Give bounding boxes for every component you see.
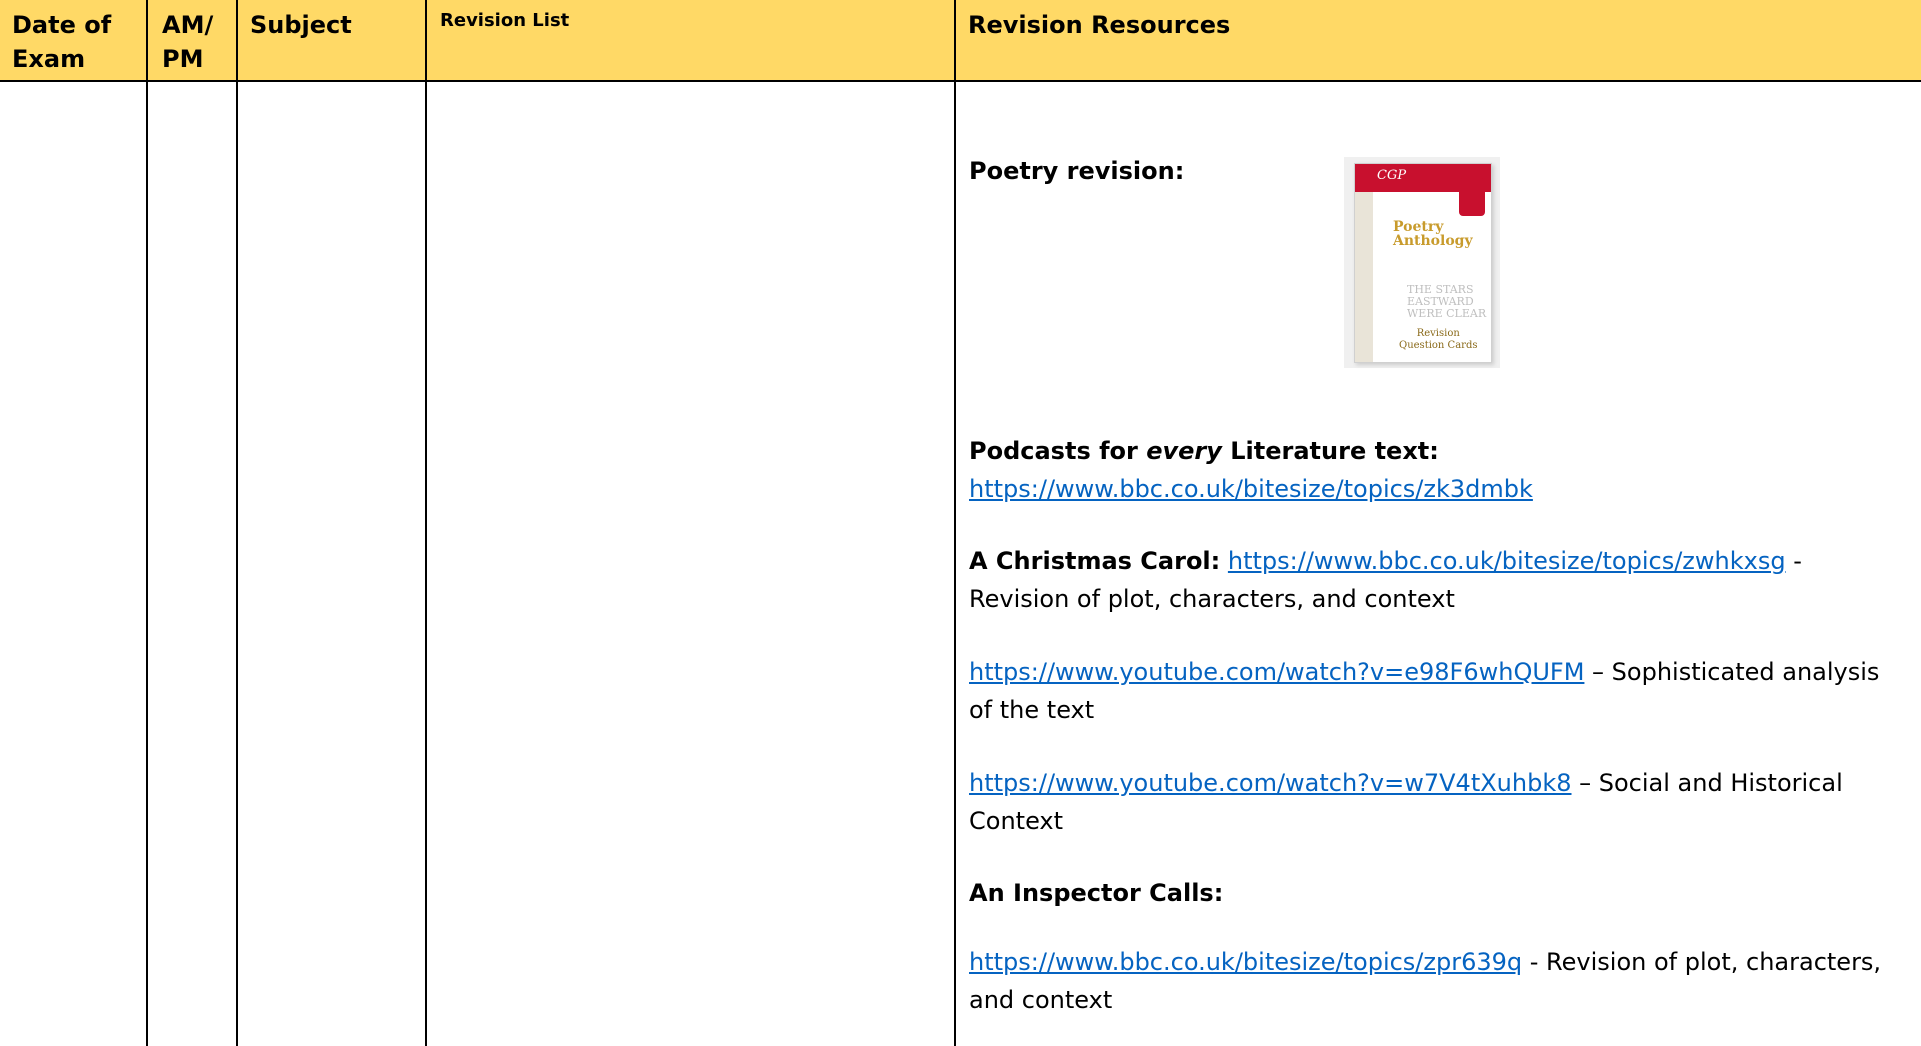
youtube-analysis-section: https://www.youtube.com/watch?v=e98F6whQ…: [969, 653, 1904, 729]
column-divider: [954, 0, 956, 1046]
inspector-calls-label: An Inspector Calls:: [969, 879, 1224, 907]
book-spine: [1355, 192, 1373, 362]
book-tagline: THE STARS EASTWARD WERE CLEAR: [1407, 283, 1487, 320]
inspector-calls-link[interactable]: https://www.bbc.co.uk/bitesize/topics/zp…: [969, 948, 1522, 976]
book-label: Revision Question Cards: [1399, 328, 1478, 351]
column-divider: [236, 0, 238, 1046]
column-divider: [146, 0, 148, 1046]
christmas-carol-link[interactable]: https://www.bbc.co.uk/bitesize/topics/zw…: [1228, 547, 1786, 575]
header-revision-list: Revision List: [440, 10, 570, 31]
christmas-carol-label: A Christmas Carol:: [969, 547, 1221, 575]
book-title: Poetry Anthology: [1393, 219, 1473, 249]
header-revision-resources: Revision Resources: [968, 11, 1231, 39]
christmas-carol-section: A Christmas Carol: https://www.bbc.co.uk…: [969, 542, 1904, 618]
podcasts-link[interactable]: https://www.bbc.co.uk/bitesize/topics/zk…: [969, 475, 1533, 503]
revision-table: Date of Exam AM/ PM Subject Revision Lis…: [0, 0, 1921, 1046]
inspector-calls-section: https://www.bbc.co.uk/bitesize/topics/zp…: [969, 943, 1904, 1019]
book-cover: CGP Poetry Anthology THE STARS EASTWARD W…: [1354, 163, 1492, 363]
youtube-context-link[interactable]: https://www.youtube.com/watch?v=w7V4tXuh…: [969, 769, 1572, 797]
podcasts-heading: Podcasts for every Literature text:: [969, 437, 1439, 465]
header-date-of-exam: Date of Exam: [12, 11, 112, 73]
header-subject: Subject: [250, 11, 352, 39]
youtube-context-section: https://www.youtube.com/watch?v=w7V4tXuh…: [969, 764, 1904, 840]
header-am-pm: AM/ PM: [162, 11, 214, 73]
youtube-analysis-link[interactable]: https://www.youtube.com/watch?v=e98F6whQ…: [969, 658, 1584, 686]
podcasts-section: Podcasts for every Literature text: http…: [969, 432, 1904, 508]
column-divider: [425, 0, 427, 1046]
cgp-logo: CGP: [1377, 168, 1407, 183]
book-badge-icon: [1459, 178, 1485, 216]
poetry-anthology-book-image: CGP Poetry Anthology THE STARS EASTWARD W…: [1344, 157, 1500, 368]
